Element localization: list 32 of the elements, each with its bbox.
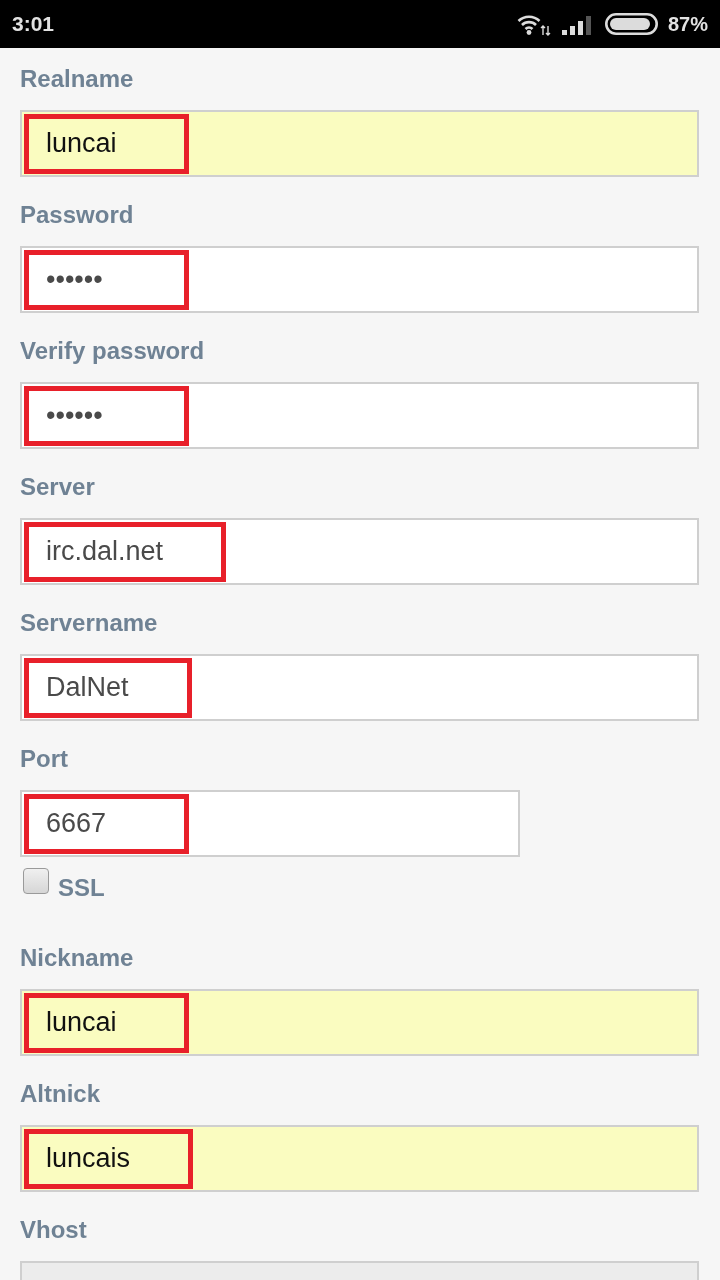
text-field[interactable]: luncais — [20, 1125, 699, 1192]
number-field[interactable]: 6667 — [20, 790, 520, 857]
field-label: Servername — [20, 609, 159, 637]
field-value: 6667 — [46, 808, 107, 839]
signal-icon — [561, 15, 591, 35]
masked-password: •••••• — [46, 400, 103, 431]
text-field[interactable]: luncai — [20, 989, 699, 1056]
field-value: DalNet — [46, 672, 129, 703]
field-value: irc.dal.net — [46, 536, 164, 567]
battery-percentage: 87% — [667, 12, 708, 36]
text-field[interactable]: luncai — [20, 110, 699, 177]
field-label: Password — [20, 201, 135, 229]
field-label: Realname — [20, 65, 135, 93]
text-field[interactable]: irc.dal.net — [20, 518, 699, 585]
checkbox-label: SSL — [58, 874, 105, 902]
text-field[interactable]: DalNet — [20, 654, 699, 721]
field-label: Server — [20, 473, 96, 501]
ssl-checkbox[interactable] — [23, 868, 49, 894]
field-value: luncais — [46, 1143, 131, 1174]
wifi-icon — [516, 12, 551, 36]
field-label: Altnick — [20, 1080, 101, 1108]
field-label: Verify password — [20, 337, 206, 365]
clock-time: 3:01 — [12, 12, 55, 36]
password-field[interactable]: •••••• — [20, 382, 699, 449]
battery-icon — [604, 13, 658, 35]
field-label: Port — [20, 745, 69, 773]
field-value: luncai — [46, 128, 117, 159]
field-label: Vhost — [20, 1216, 88, 1244]
masked-password: •••••• — [46, 264, 103, 295]
password-field[interactable]: •••••• — [20, 246, 699, 313]
field-label: Nickname — [20, 944, 135, 972]
field-value: luncai — [46, 1007, 117, 1038]
